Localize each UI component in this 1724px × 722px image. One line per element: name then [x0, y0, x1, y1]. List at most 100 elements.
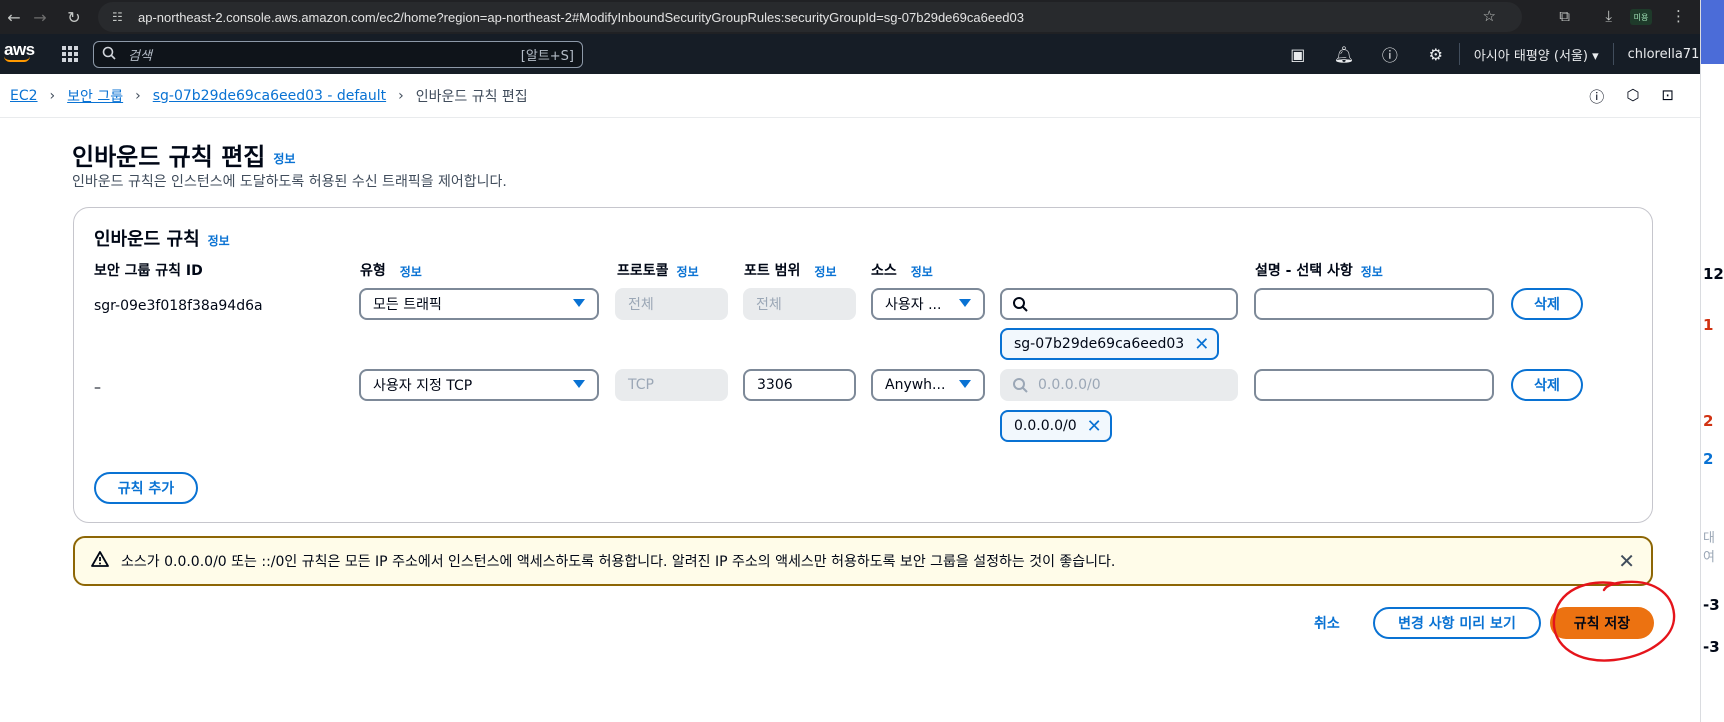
description-input[interactable]: [1254, 369, 1494, 401]
breadcrumb-security-group[interactable]: sg-07b29de69ca6eed03 - default: [153, 88, 386, 104]
strip-text: 대여: [1703, 531, 1715, 565]
save-rules-button[interactable]: 규칙 저장: [1550, 607, 1654, 639]
search-placeholder: 검색: [128, 49, 152, 64]
browser-menu-icon[interactable]: ⋮: [1671, 7, 1686, 25]
panel-title-text: 인바운드 규칙: [94, 229, 200, 250]
services-grid-icon[interactable]: [62, 46, 78, 62]
caret-down-icon: [959, 299, 971, 307]
strip-text: 12: [1703, 265, 1724, 283]
inbound-rules-panel: 인바운드 규칙 정보 보안 그룹 규칙 ID 유형 정보 프로토콜 정보 포트 범위 정…: [73, 207, 1653, 523]
search-input[interactable]: 검색 [알트+S]: [93, 41, 583, 68]
help-icon[interactable]: ⓘ: [1367, 42, 1413, 66]
strip-text: -3: [1703, 596, 1720, 614]
type-select[interactable]: 모든 트래픽: [359, 288, 599, 320]
browser-toolbar: ← → ↻ ☷ ap-northeast-2.console.aws.amazo…: [0, 0, 1700, 34]
caret-down-icon: [573, 299, 585, 307]
delete-rule-button[interactable]: 삭제: [1511, 288, 1583, 320]
column-protocol: 프로토콜 정보: [617, 260, 699, 280]
bookmark-star-icon[interactable]: ☆: [1483, 7, 1496, 25]
remove-token-icon[interactable]: ✕: [1194, 334, 1209, 355]
protocol-field: TCP: [615, 369, 728, 401]
breadcrumb: EC2 › 보안 그룹 › sg-07b29de69ca6eed03 - def…: [0, 74, 1700, 118]
add-rule-button[interactable]: 규칙 추가: [94, 472, 198, 504]
source-type-select[interactable]: Anywh...: [871, 369, 985, 401]
address-bar[interactable]: ☷ ap-northeast-2.console.aws.amazon.com/…: [98, 2, 1522, 32]
reload-icon[interactable]: ↻: [60, 3, 88, 31]
breadcrumb-current: 인바운드 규칙 편집: [415, 88, 528, 105]
notifications-icon[interactable]: 🔔︎: [1321, 45, 1367, 64]
breadcrumb-ec2[interactable]: EC2: [10, 88, 38, 104]
aws-logo-text: aws: [4, 40, 35, 59]
chevron-right-icon: ›: [135, 87, 141, 104]
chevron-right-icon: ›: [49, 87, 56, 104]
adjacent-window-header: [1701, 0, 1724, 64]
rule-id: –: [94, 380, 101, 396]
back-icon[interactable]: ←: [0, 3, 28, 31]
source-search-input[interactable]: [1000, 288, 1238, 320]
feedback-icon[interactable]: ⬡: [1626, 86, 1639, 107]
url-text: ap-northeast-2.console.aws.amazon.com/ec…: [138, 9, 1024, 25]
source-type-select[interactable]: 사용자 ...: [871, 288, 985, 320]
description-input[interactable]: [1254, 288, 1494, 320]
adjacent-window-strip: 12 1 2 2 대여 -3 -3: [1700, 0, 1724, 722]
protocol-info-link[interactable]: 정보: [677, 265, 699, 279]
strip-text: -3: [1703, 638, 1720, 656]
delete-rule-button[interactable]: 삭제: [1511, 369, 1583, 401]
type-select-value: 사용자 지정 TCP: [373, 378, 473, 394]
source-search-value: 0.0.0.0/0: [1038, 377, 1101, 393]
search-icon: [1012, 377, 1028, 393]
cancel-button[interactable]: 취소: [1314, 613, 1340, 633]
source-search-input: 0.0.0.0/0: [1000, 369, 1238, 401]
port-range-input[interactable]: 3306: [743, 369, 856, 401]
panel-info-link[interactable]: 정보: [208, 234, 230, 248]
description-info-link[interactable]: 정보: [1361, 265, 1383, 279]
nav-right: ▣ 🔔︎ ⓘ ⚙ 아시아 태평양 (서울) ▾ chlorella71 ▾: [1275, 34, 1724, 74]
breadcrumb-security-groups[interactable]: 보안 그룹: [67, 86, 123, 106]
search-icon: [102, 46, 118, 64]
site-info-icon[interactable]: ☷: [112, 10, 126, 24]
port-range-field: 전체: [743, 288, 856, 320]
type-info-link[interactable]: 정보: [400, 265, 422, 279]
panel-title: 인바운드 규칙 정보: [94, 225, 230, 251]
strip-text: 2: [1703, 412, 1714, 430]
download-icon[interactable]: ⤓: [1605, 7, 1612, 25]
preview-changes-button[interactable]: 변경 사항 미리 보기: [1373, 607, 1541, 639]
cloudshell-icon[interactable]: ▣: [1275, 45, 1321, 64]
port-info-link[interactable]: 정보: [814, 265, 836, 279]
rule-id: sgr-09e3f018f38a94d6a: [94, 298, 263, 314]
column-description-label: 설명 - 선택 사항: [1255, 263, 1353, 279]
search-icon: [1012, 296, 1028, 312]
type-select-value: 모든 트래픽: [373, 297, 442, 313]
region-selector[interactable]: 아시아 태평양 (서울) ▾: [1460, 45, 1613, 64]
close-icon[interactable]: ✕: [1618, 549, 1635, 573]
column-source-label: 소스: [871, 263, 897, 279]
display-settings-icon[interactable]: ⊡: [1661, 86, 1674, 107]
column-port-range: 포트 범위 정보: [744, 260, 837, 280]
aws-top-nav: aws 검색 [알트+S] ▣ 🔔︎ ⓘ ⚙ 아시아 태평양 (서울) ▾ ch…: [0, 34, 1710, 74]
type-select[interactable]: 사용자 지정 TCP: [359, 369, 599, 401]
strip-text: 1: [1703, 316, 1714, 334]
source-type-value: 사용자 ...: [885, 297, 942, 313]
caret-down-icon: [959, 380, 971, 388]
source-type-value: Anywh...: [885, 377, 946, 393]
column-rule-id: 보안 그룹 규칙 ID: [94, 263, 203, 279]
info-panel-icon[interactable]: ⓘ: [1589, 86, 1604, 107]
column-source: 소스 정보: [871, 260, 933, 280]
source-info-link[interactable]: 정보: [911, 265, 933, 279]
warning-icon: [91, 551, 111, 571]
column-protocol-label: 프로토콜: [617, 263, 669, 279]
protocol-field: 전체: [615, 288, 728, 320]
aws-logo[interactable]: aws: [4, 40, 35, 62]
profile-avatar[interactable]: 미용: [1630, 9, 1652, 25]
column-type-label: 유형: [360, 263, 386, 279]
source-token-label: sg-07b29de69ca6eed03: [1014, 336, 1185, 352]
source-token: sg-07b29de69ca6eed03 ✕: [1000, 328, 1220, 360]
remove-token-icon[interactable]: ✕: [1087, 416, 1102, 437]
forward-icon[interactable]: →: [26, 3, 54, 31]
page-info-link[interactable]: 정보: [273, 152, 295, 166]
alert-message: 소스가 0.0.0.0/0 또는 ::/0인 규칙은 모든 IP 주소에서 인스…: [121, 554, 1116, 570]
settings-icon[interactable]: ⚙: [1413, 45, 1459, 64]
strip-text: 2: [1703, 450, 1714, 468]
extensions-icon[interactable]: ⧉: [1559, 7, 1570, 25]
column-description: 설명 - 선택 사항 정보: [1255, 260, 1383, 280]
